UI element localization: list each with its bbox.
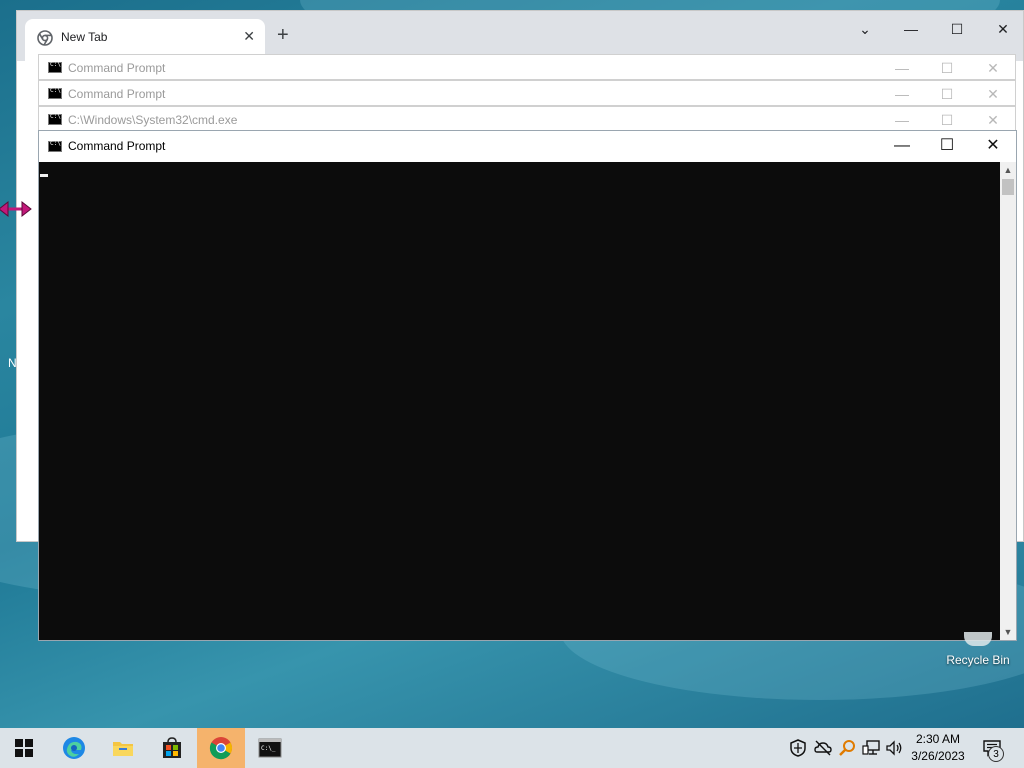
recycle-bin-desktop-icon[interactable]: Recycle Bin bbox=[940, 610, 1016, 680]
close-button[interactable]: ✕ bbox=[978, 136, 1008, 156]
windows-logo-icon bbox=[15, 739, 33, 757]
cmd-window-title: Command Prompt bbox=[68, 139, 166, 153]
clock-date: 3/26/2023 bbox=[911, 749, 965, 763]
cmd-window-active: Command Prompt — ☐ ✕ ▲ ▼ bbox=[38, 130, 1017, 641]
taskbar-file-explorer-button[interactable] bbox=[99, 728, 147, 768]
recycle-bin-icon bbox=[964, 632, 992, 646]
taskbar-edge-button[interactable] bbox=[50, 728, 98, 768]
chrome-close-button[interactable]: ✕ bbox=[983, 17, 1023, 41]
cmd-window-title: C:\Windows\System32\cmd.exe bbox=[68, 113, 238, 127]
clock-time: 2:30 AM bbox=[915, 732, 961, 746]
cmd-window-title: Command Prompt bbox=[68, 87, 166, 101]
cmd-window-titlebar[interactable]: Command Prompt — ☐ ✕ bbox=[38, 80, 1016, 106]
cmd-window-titlebar[interactable]: C:\Windows\System32\cmd.exe — ☐ ✕ bbox=[38, 106, 1016, 132]
close-button[interactable]: ✕ bbox=[978, 110, 1008, 130]
vertical-scrollbar[interactable]: ▲ ▼ bbox=[1000, 162, 1016, 640]
cmd-icon bbox=[48, 140, 62, 152]
store-icon bbox=[163, 737, 181, 758]
maximize-button[interactable]: ☐ bbox=[932, 110, 962, 130]
volume-icon[interactable] bbox=[884, 738, 904, 758]
console-output-area[interactable] bbox=[39, 162, 1000, 640]
network-icon[interactable] bbox=[861, 738, 881, 758]
chrome-minimize-button[interactable]: — bbox=[891, 17, 931, 41]
cmd-icon bbox=[48, 113, 62, 125]
cmd-window-titlebar[interactable]: Command Prompt — ☐ ✕ bbox=[39, 131, 1016, 162]
folder-icon bbox=[113, 742, 133, 756]
chrome-logo-icon bbox=[37, 30, 53, 46]
cmd-icon bbox=[48, 61, 62, 73]
cmd-icon: C:\_ bbox=[258, 738, 282, 758]
minimize-button[interactable]: — bbox=[887, 110, 917, 130]
maximize-button[interactable]: ☐ bbox=[932, 84, 962, 104]
taskbar-chrome-button[interactable] bbox=[197, 728, 245, 768]
search-key-icon[interactable] bbox=[837, 738, 857, 758]
edge-icon bbox=[63, 737, 85, 759]
close-tab-icon[interactable]: ✕ bbox=[243, 28, 255, 45]
cmd-window-titlebar[interactable]: Command Prompt — ☐ ✕ bbox=[38, 54, 1016, 80]
chrome-tab-title: New Tab bbox=[61, 30, 108, 44]
cmd-window-title: Command Prompt bbox=[68, 61, 166, 75]
cmd-icon bbox=[48, 87, 62, 99]
start-button[interactable] bbox=[0, 728, 48, 768]
taskbar-clock[interactable]: 2:30 AM 3/26/2023 bbox=[902, 731, 974, 765]
svg-text:C:\_: C:\_ bbox=[261, 745, 276, 752]
taskbar-store-button[interactable] bbox=[148, 728, 196, 768]
notification-count-badge: 3 bbox=[988, 746, 1004, 762]
desktop: N New Tab ✕ + ⌄ — ☐ ✕ Command P bbox=[0, 0, 1024, 728]
close-button[interactable]: ✕ bbox=[978, 58, 1008, 78]
chrome-icon bbox=[209, 737, 232, 760]
chrome-maximize-button[interactable]: ☐ bbox=[937, 17, 977, 41]
taskbar-cmd-button[interactable]: C:\_ bbox=[246, 728, 294, 768]
tab-search-dropdown-icon[interactable]: ⌄ bbox=[845, 17, 885, 41]
scroll-up-arrow-icon[interactable]: ▲ bbox=[1000, 162, 1016, 178]
resize-horizontal-cursor-icon bbox=[0, 200, 32, 218]
new-tab-button[interactable]: + bbox=[277, 25, 289, 45]
recycle-bin-label: Recycle Bin bbox=[946, 653, 1010, 667]
maximize-button[interactable]: ☐ bbox=[932, 58, 962, 78]
maximize-button[interactable]: ☐ bbox=[932, 136, 962, 156]
onedrive-offline-icon[interactable] bbox=[813, 738, 833, 758]
minimize-button[interactable]: — bbox=[887, 84, 917, 104]
close-button[interactable]: ✕ bbox=[978, 84, 1008, 104]
scroll-thumb[interactable] bbox=[1002, 179, 1014, 195]
taskbar: C:\_ 2:30 AM 3/26/2023 bbox=[0, 728, 1024, 768]
text-cursor bbox=[40, 174, 48, 177]
minimize-button[interactable]: — bbox=[887, 136, 917, 156]
security-shield-icon[interactable] bbox=[788, 738, 808, 758]
minimize-button[interactable]: — bbox=[887, 58, 917, 78]
